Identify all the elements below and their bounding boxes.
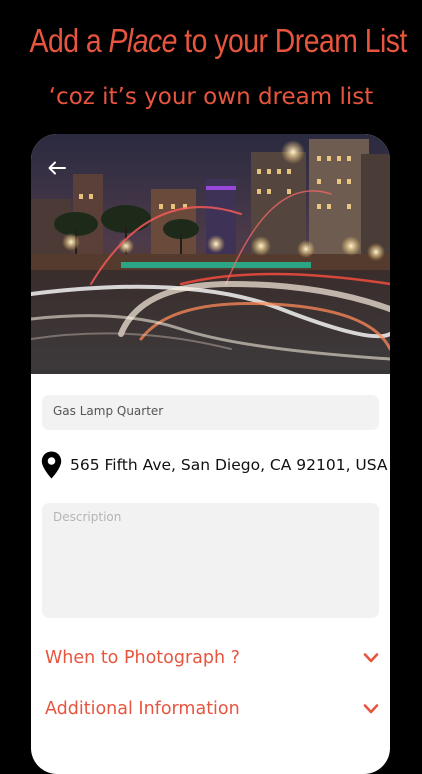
location-pin-icon	[41, 451, 62, 479]
section-label: Additional Information	[45, 699, 240, 719]
chevron-down-icon	[363, 704, 379, 714]
address-text: 565 Fifth Ave, San Diego, CA 92101, USA	[70, 456, 388, 474]
additional-information-section[interactable]: Additional Information	[45, 694, 379, 724]
section-label: When to Photograph ?	[45, 648, 240, 668]
city-night-photo	[31, 134, 390, 374]
promo-subtitle: ‘coz it’s your own dream list	[48, 84, 374, 110]
promo-title: Add a Place to your Dream List	[29, 22, 408, 60]
back-arrow-icon	[48, 161, 66, 175]
when-to-photograph-section[interactable]: When to Photograph ?	[45, 643, 379, 673]
promo-title-emphasis: Place	[108, 22, 177, 59]
description-field[interactable]: Description	[42, 503, 379, 618]
promo-title-suffix: to your Dream List	[176, 22, 407, 59]
chevron-down-icon	[363, 653, 379, 663]
place-name-field[interactable]: Gas Lamp Quarter	[42, 395, 379, 430]
back-button[interactable]	[41, 154, 73, 182]
place-name-value: Gas Lamp Quarter	[53, 404, 164, 418]
phone-screen: Gas Lamp Quarter 565 Fifth Ave, San Dieg…	[31, 134, 390, 774]
promo-title-prefix: Add a	[29, 22, 109, 59]
description-placeholder: Description	[53, 510, 122, 524]
address-row: 565 Fifth Ave, San Diego, CA 92101, USA	[41, 450, 388, 480]
place-photo	[31, 134, 390, 374]
